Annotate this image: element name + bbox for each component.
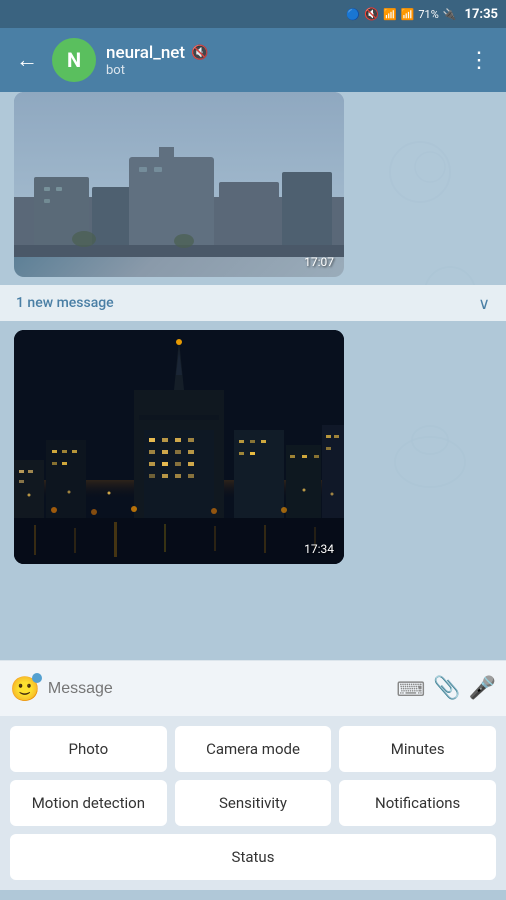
button-row-3: Status: [10, 834, 496, 880]
status-icons: 🔵 🔇 📶 📶 71% 🔌: [346, 7, 456, 21]
photo-button[interactable]: Photo: [10, 726, 167, 772]
more-options-button[interactable]: ⋮: [464, 44, 494, 77]
chat-status: bot: [106, 63, 454, 78]
status-time: 17:35: [465, 7, 499, 22]
emoji-badge: [32, 673, 42, 683]
attach-button[interactable]: 📎: [433, 676, 460, 701]
signal-icon: 📶: [401, 8, 415, 21]
message-time-2: 17:34: [304, 542, 334, 556]
new-message-divider[interactable]: 1 new message ∨: [0, 285, 506, 321]
notifications-button[interactable]: Notifications: [339, 780, 496, 826]
input-bar: 🙂 ⌨ 📎 🎤: [0, 660, 506, 716]
status-button[interactable]: Status: [10, 834, 496, 880]
mic-button[interactable]: 🎤: [469, 676, 496, 701]
keyboard-button[interactable]: ⌨: [396, 677, 425, 701]
message-input[interactable]: [48, 670, 388, 708]
camera-mode-button[interactable]: Camera mode: [175, 726, 332, 772]
chat-name: neural_net 🔇: [106, 43, 454, 63]
avatar: N: [52, 38, 96, 82]
header-info: neural_net 🔇 bot: [106, 43, 454, 78]
minutes-button[interactable]: Minutes: [339, 726, 496, 772]
battery-icon: 🔌: [443, 8, 457, 21]
battery-percent: 71%: [418, 8, 438, 21]
button-row-1: Photo Camera mode Minutes: [10, 726, 496, 772]
bluetooth-icon: 🔵: [346, 8, 360, 21]
bot-buttons: Photo Camera mode Minutes Motion detecti…: [0, 716, 506, 890]
emoji-button-container[interactable]: 🙂: [10, 675, 40, 703]
mute-icon: 🔇: [364, 7, 379, 21]
mute-indicator: 🔇: [191, 45, 208, 61]
new-message-text: 1 new message: [16, 295, 114, 311]
wifi-icon: 📶: [383, 8, 397, 21]
message-image-2: 17:34: [14, 330, 344, 564]
message-image-1: 17:07: [14, 92, 344, 277]
chat-header: ← N neural_net 🔇 bot ⋮: [0, 28, 506, 92]
sensitivity-button[interactable]: Sensitivity: [175, 780, 332, 826]
back-button[interactable]: ←: [12, 43, 42, 77]
chevron-down-icon: ∨: [478, 294, 490, 313]
button-row-2: Motion detection Sensitivity Notificatio…: [10, 780, 496, 826]
message-time-1: 17:07: [304, 255, 334, 269]
status-bar: 🔵 🔇 📶 📶 71% 🔌 17:35: [0, 0, 506, 28]
chat-area: 17:07 1 new message ∨: [0, 92, 506, 660]
motion-detection-button[interactable]: Motion detection: [10, 780, 167, 826]
